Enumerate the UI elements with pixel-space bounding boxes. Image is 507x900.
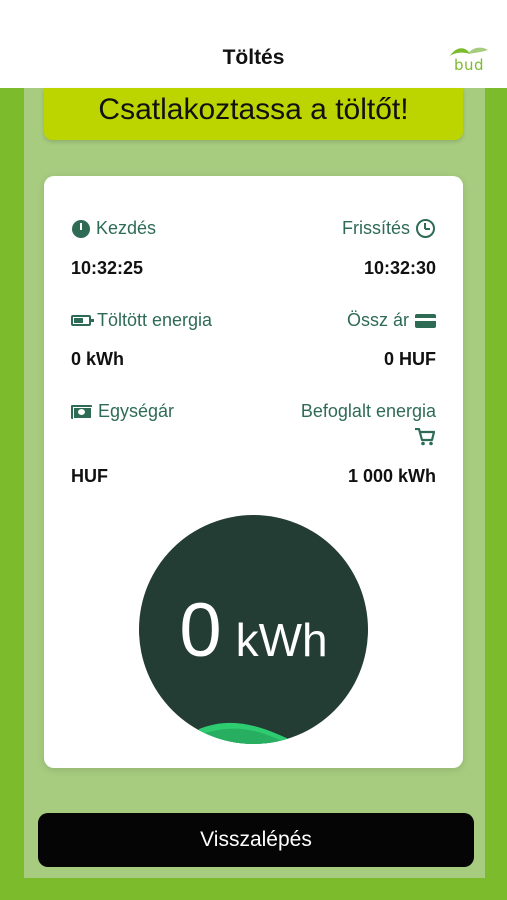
charged-energy-value: 0 kWh <box>71 349 125 369</box>
app-header: Töltés bud <box>0 0 507 88</box>
cart-icon <box>415 428 435 446</box>
total-price-label: Össz ár <box>347 310 436 331</box>
refresh-label-text: Frissítés <box>341 218 410 238</box>
alarm-clock-icon <box>416 219 435 238</box>
battery-icon <box>71 315 94 326</box>
gauge-value: 0 <box>179 588 222 673</box>
reserved-energy-value: 1 000 kWh <box>347 466 436 486</box>
credit-card-icon <box>415 313 436 328</box>
unit-price-value: HUF <box>71 466 108 486</box>
refresh-label: Frissítés <box>342 218 435 239</box>
gauge-unit: kWh <box>235 614 328 666</box>
unit-price-label-text: Egységár <box>98 401 175 421</box>
reserved-energy-label: Befoglalt energia <box>301 401 436 422</box>
total-price-label-text: Össz ár <box>346 310 409 330</box>
total-price-value: 0 HUF <box>383 349 436 369</box>
logo-text: bud <box>454 56 485 74</box>
energy-gauge: 0 kWh <box>139 515 368 744</box>
refresh-value: 10:32:30 <box>363 258 436 278</box>
page-title: Töltés <box>222 46 285 69</box>
gauge-reading: 0 kWh <box>139 587 368 674</box>
unit-price-label: Egységár <box>71 401 174 422</box>
charged-energy-label: Töltött energia <box>71 310 212 331</box>
start-label-text: Kezdés <box>96 218 157 238</box>
charging-info-card: Kezdés 10:32:25 Frissítés 10:32:30 Töltö… <box>44 176 463 768</box>
banner-text: Csatlakoztassa a töltőt! <box>98 93 409 126</box>
start-label: Kezdés <box>72 218 156 239</box>
reserved-energy-label-text: Befoglalt energia <box>300 401 436 421</box>
bud-logo: bud <box>446 44 490 74</box>
charged-energy-label-text: Töltött energia <box>97 310 213 330</box>
money-icon <box>71 404 92 419</box>
start-value: 10:32:25 <box>71 258 144 278</box>
clock-icon <box>72 219 90 238</box>
back-button[interactable]: Visszalépés <box>38 813 474 867</box>
connect-charger-banner: Csatlakoztassa a töltőt! <box>44 88 463 140</box>
